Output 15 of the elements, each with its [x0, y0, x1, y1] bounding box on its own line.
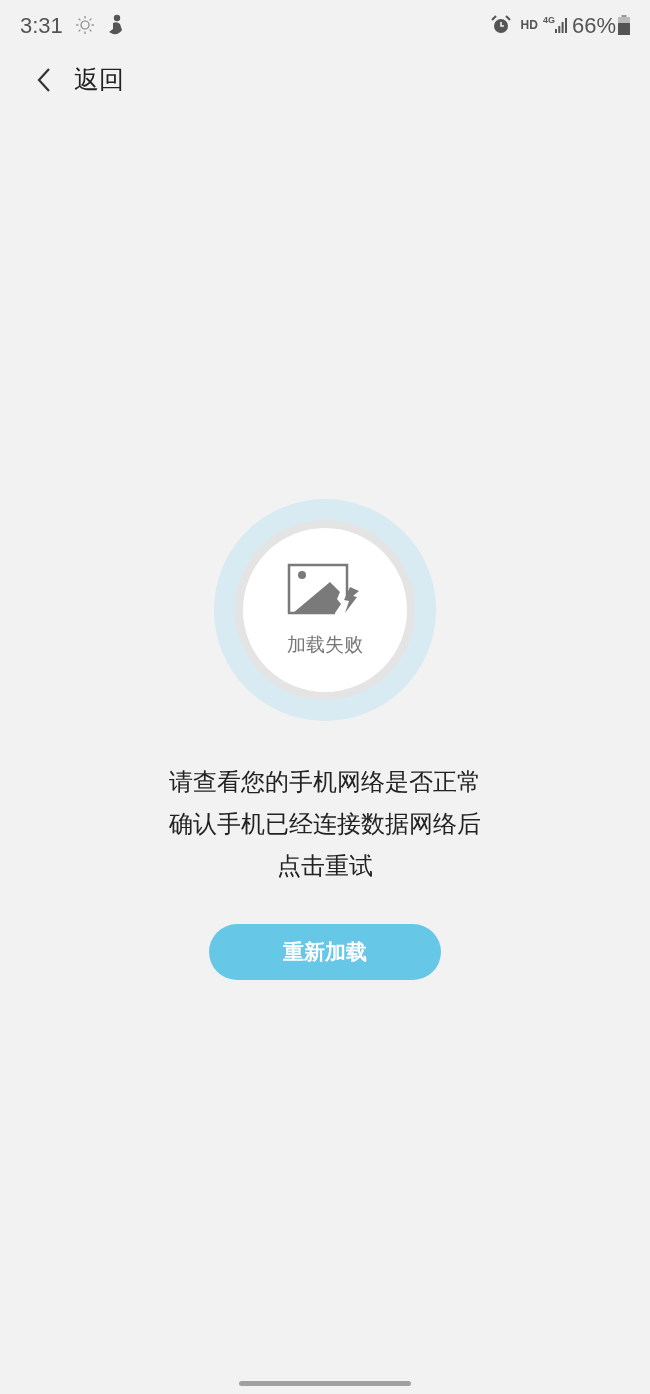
network-type: 4G [542, 14, 555, 27]
network-label: HD [520, 17, 538, 34]
sun-icon [74, 15, 95, 35]
home-indicator[interactable] [239, 1381, 411, 1386]
alarm-icon [490, 15, 511, 35]
battery-percent: 66% [571, 11, 616, 40]
load-failed-label: 加载失败 [287, 632, 363, 657]
message-line: 请查看您的手机网络是否正常 [169, 767, 481, 797]
battery-icon [618, 15, 630, 35]
back-button[interactable]: 返回 [36, 61, 124, 99]
message-line: 点击重试 [277, 851, 373, 881]
signal-icon [554, 17, 567, 33]
message-line: 确认手机已经连接数据网络后 [169, 809, 481, 839]
chevron-left-icon [36, 67, 52, 93]
status-time: 3:31 [20, 11, 63, 40]
